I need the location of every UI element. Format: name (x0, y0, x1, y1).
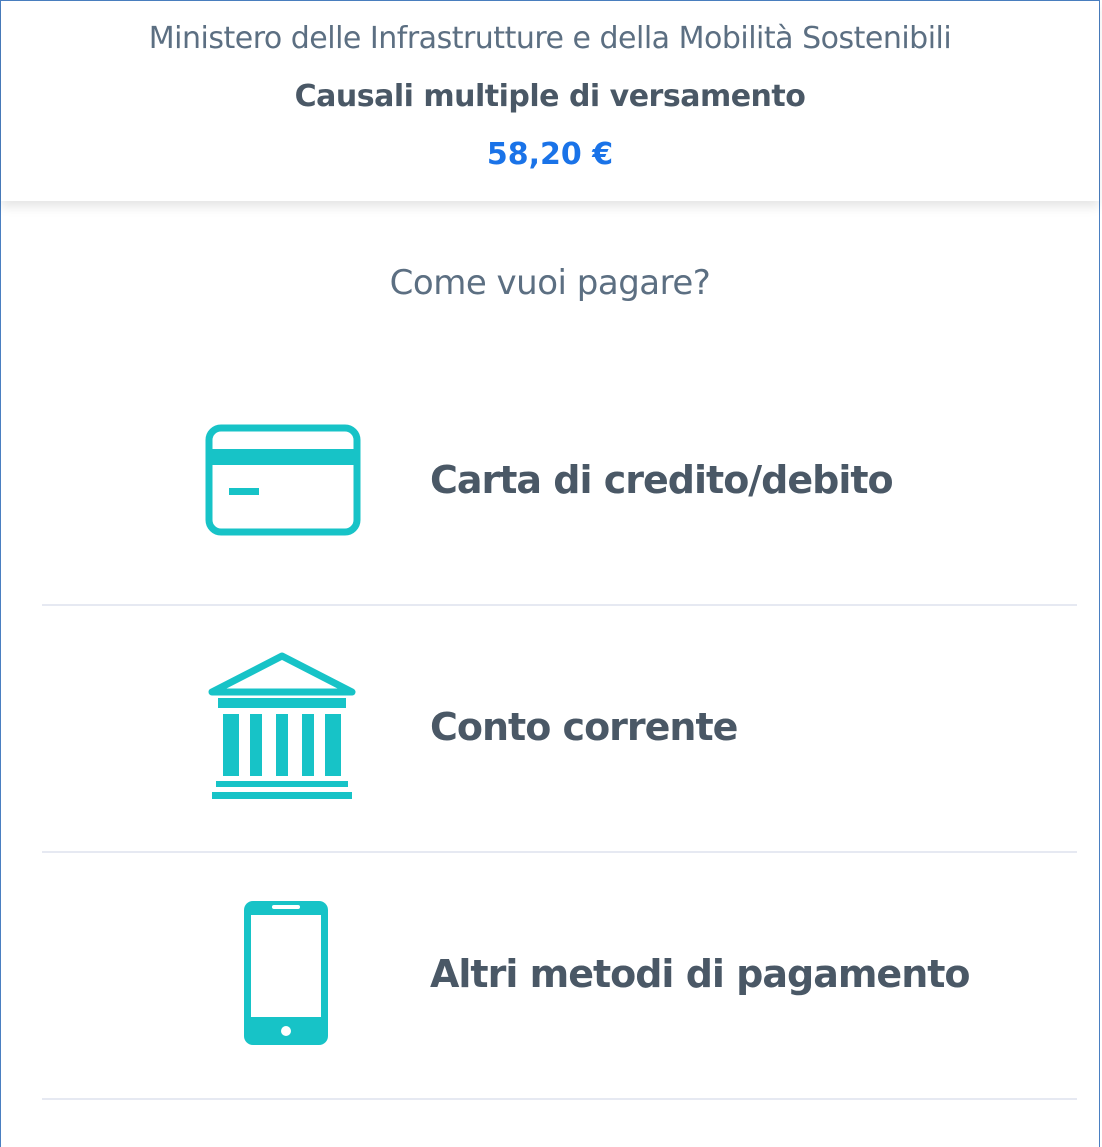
payment-subject: Causali multiple di versamento (294, 79, 806, 114)
payment-method-card[interactable]: Carta di credito/debito (42, 359, 1077, 606)
payment-method-label: Conto corrente (430, 705, 738, 749)
payment-method-label: Altri metodi di pagamento (430, 952, 971, 996)
payment-question: Come vuoi pagare? (389, 263, 711, 303)
entity-name: Ministero delle Infrastrutture e della M… (148, 21, 952, 56)
payment-method-bank-account[interactable]: Conto corrente (42, 606, 1077, 853)
payment-page: Ministero delle Infrastrutture e della M… (0, 0, 1100, 1147)
payment-method-others[interactable]: Altri metodi di pagamento (42, 853, 1077, 1100)
credit-card-icon (205, 424, 361, 536)
payment-method-list: Carta di credito/debito Conto corrente A… (42, 359, 1077, 1100)
payment-header: Ministero delle Infrastrutture e della M… (1, 1, 1099, 201)
payment-method-label: Carta di credito/debito (430, 458, 894, 502)
smartphone-icon (244, 901, 328, 1045)
payment-amount: 58,20 € (486, 137, 614, 172)
bank-icon (208, 652, 356, 799)
